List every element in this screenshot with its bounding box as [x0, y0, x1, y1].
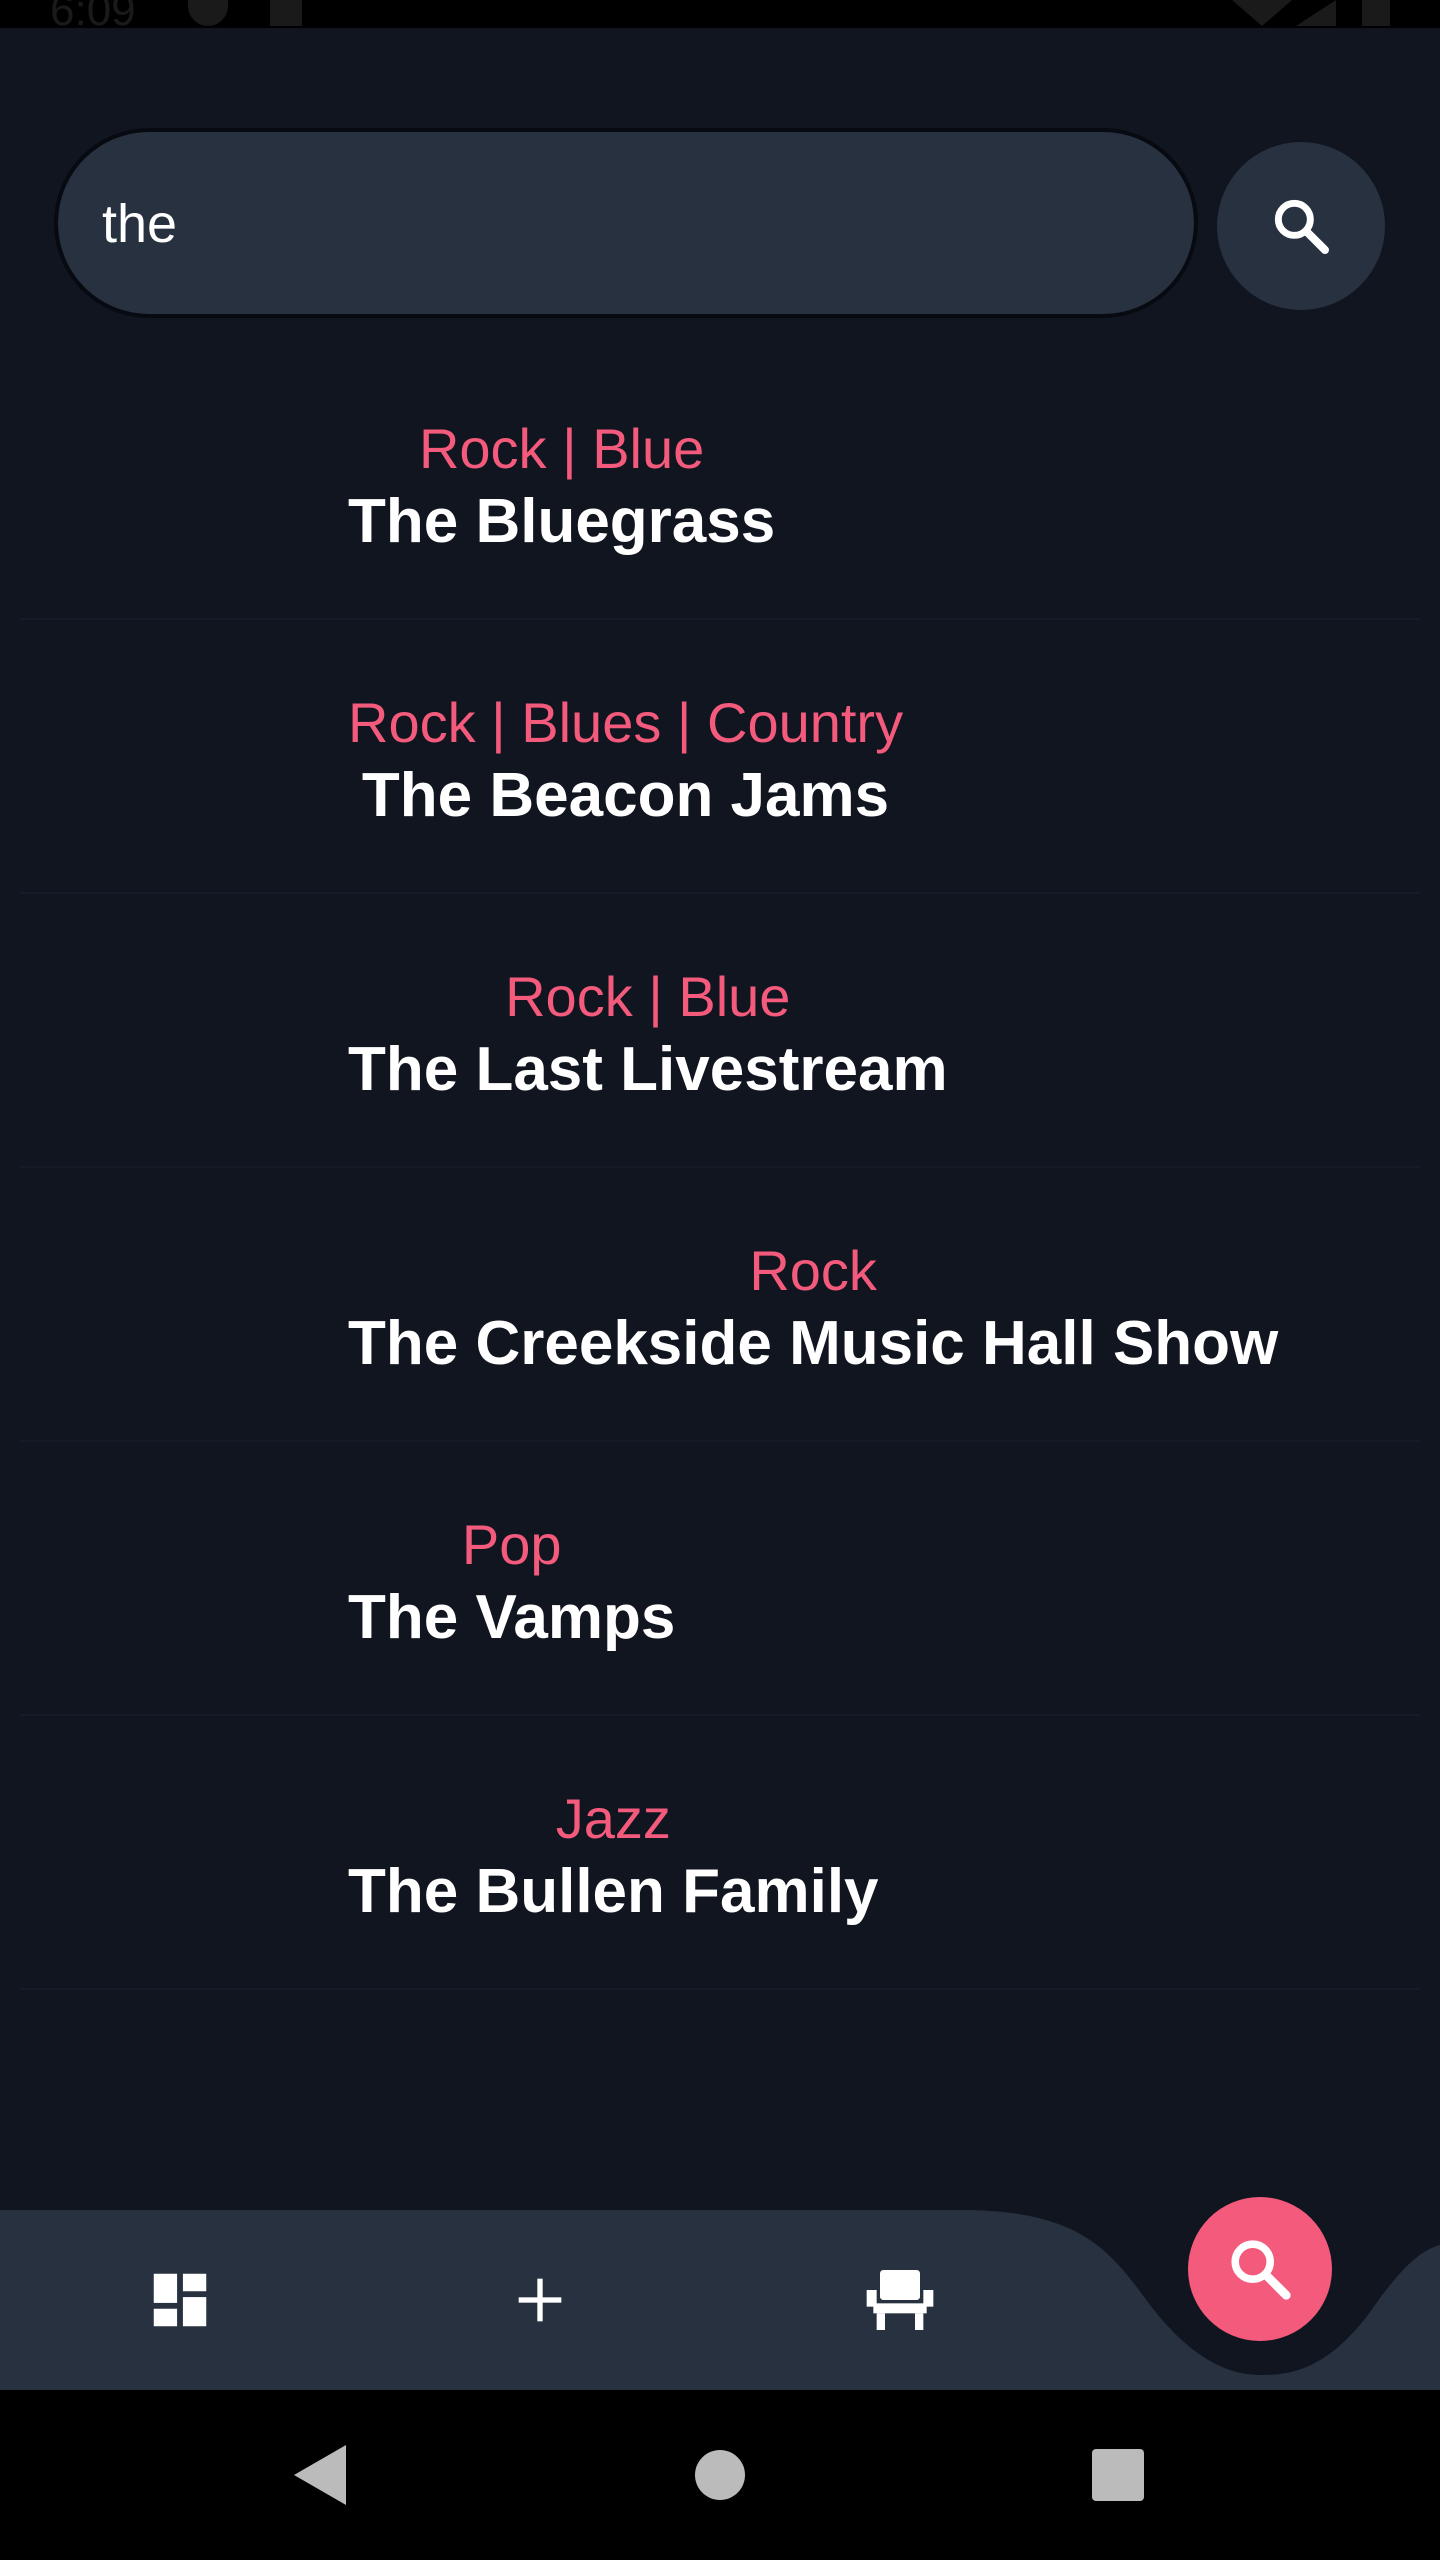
event-title: The Last Livestream [348, 1035, 948, 1104]
search-row [0, 130, 1440, 320]
battery-icon [1362, 0, 1390, 26]
genre-label: Pop [461, 1513, 562, 1576]
list-item-text: Rock | Blues | Country The Beacon Jams [348, 690, 903, 836]
venue-seat-icon [866, 2270, 934, 2330]
genre-label: Rock | Blue [505, 965, 791, 1028]
system-recents-button[interactable] [1078, 2390, 1158, 2560]
search-icon [1274, 199, 1329, 254]
list-item-text: Rock The Creekside Music Hall Show [348, 1238, 1278, 1384]
list-item[interactable]: Rock | Blue The Last Livestream [20, 894, 1420, 1168]
event-title: The Creekside Music Hall Show [348, 1309, 1279, 1378]
status-bar: 6:09 [0, 0, 1440, 28]
nav-add[interactable] [470, 2210, 610, 2390]
back-icon [294, 2445, 346, 2505]
settings-icon [188, 0, 228, 26]
home-icon [695, 2450, 745, 2500]
sd-card-icon [270, 0, 302, 26]
list-item[interactable]: Rock | Blues | Country The Beacon Jams [20, 620, 1420, 894]
add-icon [518, 2278, 562, 2322]
nav-venue[interactable] [830, 2210, 970, 2390]
system-home-button[interactable] [680, 2390, 760, 2560]
results-list: Rock | Blue The Bluegrass Rock | Blues |… [0, 346, 1440, 1990]
recents-icon [1092, 2449, 1144, 2501]
event-title: The Beacon Jams [361, 761, 890, 830]
nav-dashboard[interactable] [110, 2210, 250, 2390]
signal-icon [1296, 0, 1336, 26]
search-input[interactable] [100, 132, 1144, 316]
event-title: The Bluegrass [348, 487, 776, 556]
genre-label: Rock | Blues | Country [348, 691, 904, 754]
list-item[interactable]: Rock The Creekside Music Hall Show [20, 1168, 1420, 1442]
wifi-icon [1232, 0, 1292, 26]
list-item-text: Jazz The Bullen Family [348, 1786, 879, 1932]
list-item-text: Pop The Vamps [348, 1512, 675, 1658]
genre-label: Jazz [555, 1787, 671, 1850]
search-fab[interactable] [1188, 2197, 1332, 2341]
list-item-text: Rock | Blue The Last Livestream [348, 964, 948, 1110]
genre-label: Rock | Blue [418, 417, 705, 480]
list-item[interactable]: Jazz The Bullen Family [20, 1716, 1420, 1990]
search-field[interactable] [58, 132, 1194, 316]
dashboard-icon [153, 2273, 207, 2327]
system-nav-bar [0, 2390, 1440, 2560]
event-title: The Bullen Family [348, 1857, 879, 1926]
event-title: The Vamps [348, 1583, 676, 1652]
search-button[interactable] [1217, 142, 1385, 310]
system-back-button[interactable] [280, 2390, 360, 2560]
search-icon [1231, 2240, 1291, 2300]
status-time: 6:09 [50, 0, 136, 28]
list-item[interactable]: Rock | Blue The Bluegrass [20, 346, 1420, 620]
list-item[interactable]: Pop The Vamps [20, 1442, 1420, 1716]
list-item-text: Rock | Blue The Bluegrass [348, 416, 775, 562]
genre-label: Rock [749, 1239, 877, 1302]
